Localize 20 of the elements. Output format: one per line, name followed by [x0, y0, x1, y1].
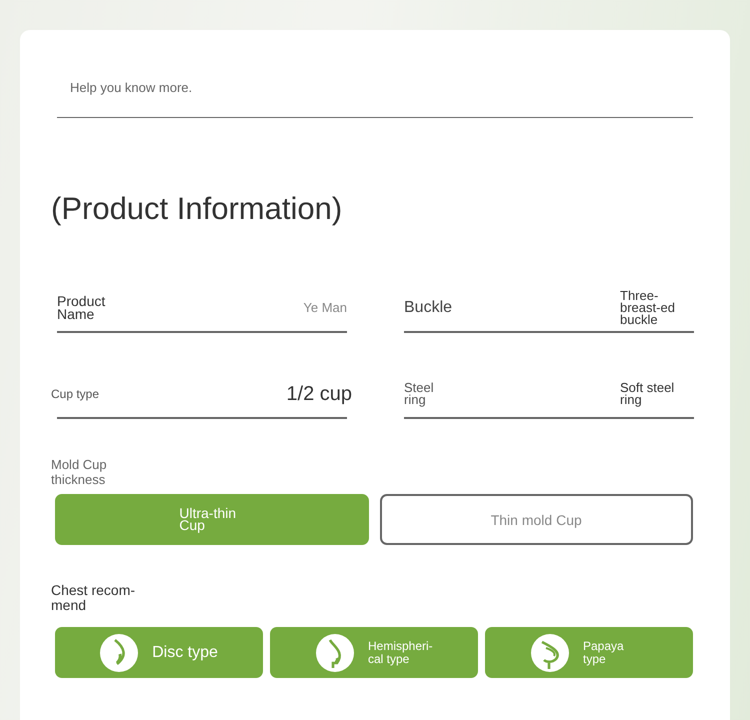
spec-label: Buckle [404, 302, 452, 314]
chest-profile-icon [531, 634, 569, 672]
option-button[interactable]: Hemispheri-cal type [270, 627, 478, 678]
spec-value: Ye Man [303, 302, 347, 314]
text-field[interactable]: Help you know more. [57, 30, 693, 118]
spec-value: Soft steel ring [620, 382, 676, 406]
option-button[interactable]: Papaya type [485, 627, 693, 678]
spec-label: Product Name [57, 295, 106, 321]
group-label: Mold Cup thickness [51, 457, 108, 487]
group-label: Chest recom-mend [51, 583, 136, 613]
chest-profile-icon [100, 634, 138, 672]
spec-value: Three-breast-ed buckle [620, 290, 676, 326]
chest-profile-icon [316, 634, 354, 672]
option-button[interactable]: Disc type [55, 627, 263, 678]
option-button[interactable]: Ultra-thin Cup [55, 494, 368, 545]
option-button[interactable]: Thin mold Cup [380, 494, 693, 545]
section-title: (Product Information) [51, 191, 344, 227]
spec-label: Cup type [51, 388, 100, 400]
spec-value: 1/2 cup [286, 382, 352, 406]
spec-label: Steel ring [404, 382, 435, 406]
